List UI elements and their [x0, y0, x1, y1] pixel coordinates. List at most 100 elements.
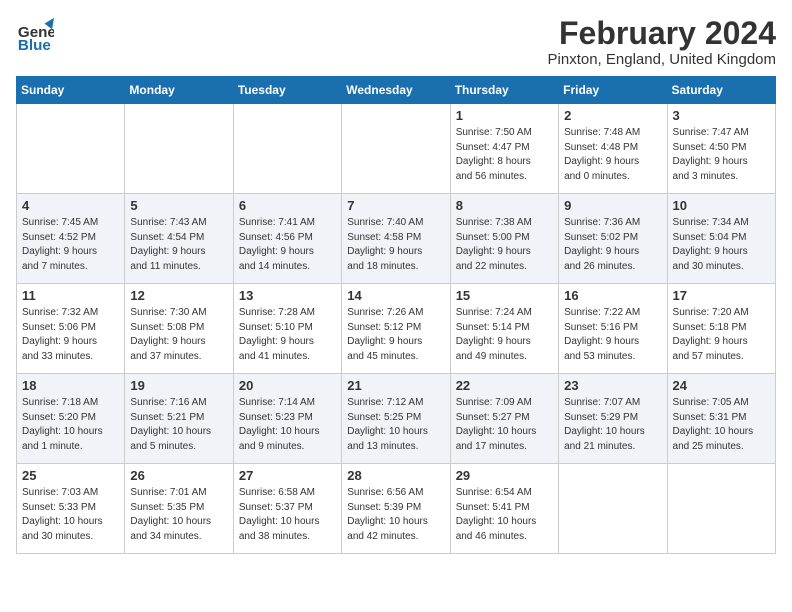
day-info: Sunrise: 7:20 AM Sunset: 5:18 PM Dayligh… — [673, 306, 770, 364]
calendar-cell: 6 Sunrise: 7:41 AM Sunset: 4:56 PM Daylig… — [233, 194, 341, 284]
weekday-header-monday: Monday — [125, 77, 233, 104]
day-info: Sunrise: 7:48 AM Sunset: 4:48 PM Dayligh… — [564, 126, 661, 184]
day-number: 13 — [239, 288, 336, 303]
weekday-header-sunday: Sunday — [17, 77, 125, 104]
calendar-cell: 25 Sunrise: 7:03 AM Sunset: 5:33 PM Dayli… — [17, 464, 125, 554]
day-number: 27 — [239, 468, 336, 483]
day-number: 23 — [564, 378, 661, 393]
calendar-cell: 8 Sunrise: 7:38 AM Sunset: 5:00 PM Daylig… — [450, 194, 558, 284]
calendar-cell: 16 Sunrise: 7:22 AM Sunset: 5:16 PM Dayli… — [559, 284, 667, 374]
calendar-cell: 9 Sunrise: 7:36 AM Sunset: 5:02 PM Daylig… — [559, 194, 667, 284]
day-number: 9 — [564, 198, 661, 213]
calendar-cell: 3 Sunrise: 7:47 AM Sunset: 4:50 PM Daylig… — [667, 104, 775, 194]
day-number: 17 — [673, 288, 770, 303]
day-number: 25 — [22, 468, 119, 483]
day-info: Sunrise: 6:56 AM Sunset: 5:39 PM Dayligh… — [347, 486, 444, 544]
day-info: Sunrise: 7:09 AM Sunset: 5:27 PM Dayligh… — [456, 396, 553, 454]
day-info: Sunrise: 7:26 AM Sunset: 5:12 PM Dayligh… — [347, 306, 444, 364]
calendar-cell — [667, 464, 775, 554]
day-number: 10 — [673, 198, 770, 213]
calendar-cell: 27 Sunrise: 6:58 AM Sunset: 5:37 PM Dayli… — [233, 464, 341, 554]
day-info: Sunrise: 7:41 AM Sunset: 4:56 PM Dayligh… — [239, 216, 336, 274]
day-number: 3 — [673, 108, 770, 123]
calendar-cell — [559, 464, 667, 554]
day-number: 16 — [564, 288, 661, 303]
calendar-cell — [342, 104, 450, 194]
day-number: 19 — [130, 378, 227, 393]
calendar-cell: 19Sunrise: 7:16 AM Sunset: 5:21 PM Dayli… — [125, 374, 233, 464]
day-number: 28 — [347, 468, 444, 483]
calendar-cell: 11Sunrise: 7:32 AM Sunset: 5:06 PM Dayli… — [17, 284, 125, 374]
day-info: Sunrise: 6:54 AM Sunset: 5:41 PM Dayligh… — [456, 486, 553, 544]
day-number: 20 — [239, 378, 336, 393]
day-info: Sunrise: 7:40 AM Sunset: 4:58 PM Dayligh… — [347, 216, 444, 274]
day-number: 24 — [673, 378, 770, 393]
calendar-cell: 2 Sunrise: 7:48 AM Sunset: 4:48 PM Daylig… — [559, 104, 667, 194]
day-info: Sunrise: 7:50 AM Sunset: 4:47 PM Dayligh… — [456, 126, 553, 184]
month-title: February 2024 — [548, 16, 776, 51]
calendar-cell: 17 Sunrise: 7:20 AM Sunset: 5:18 PM Dayli… — [667, 284, 775, 374]
calendar-cell: 7 Sunrise: 7:40 AM Sunset: 4:58 PM Daylig… — [342, 194, 450, 284]
calendar-cell: 24 Sunrise: 7:05 AM Sunset: 5:31 PM Dayli… — [667, 374, 775, 464]
calendar-cell: 5 Sunrise: 7:43 AM Sunset: 4:54 PM Daylig… — [125, 194, 233, 284]
calendar-table: SundayMondayTuesdayWednesdayThursdayFrid… — [16, 76, 776, 554]
day-info: Sunrise: 7:14 AM Sunset: 5:23 PM Dayligh… — [239, 396, 336, 454]
logo: General Blue — [16, 16, 54, 54]
calendar-cell — [233, 104, 341, 194]
day-info: Sunrise: 7:07 AM Sunset: 5:29 PM Dayligh… — [564, 396, 661, 454]
day-number: 18 — [22, 378, 119, 393]
calendar-cell: 29Sunrise: 6:54 AM Sunset: 5:41 PM Dayli… — [450, 464, 558, 554]
day-info: Sunrise: 7:36 AM Sunset: 5:02 PM Dayligh… — [564, 216, 661, 274]
day-info: Sunrise: 7:30 AM Sunset: 5:08 PM Dayligh… — [130, 306, 227, 364]
day-info: Sunrise: 7:38 AM Sunset: 5:00 PM Dayligh… — [456, 216, 553, 274]
day-number: 15 — [456, 288, 553, 303]
calendar-cell: 28 Sunrise: 6:56 AM Sunset: 5:39 PM Dayli… — [342, 464, 450, 554]
location: Pinxton, England, United Kingdom — [548, 51, 776, 68]
day-info: Sunrise: 7:01 AM Sunset: 5:35 PM Dayligh… — [130, 486, 227, 544]
calendar-cell — [17, 104, 125, 194]
day-info: Sunrise: 7:43 AM Sunset: 4:54 PM Dayligh… — [130, 216, 227, 274]
day-info: Sunrise: 7:47 AM Sunset: 4:50 PM Dayligh… — [673, 126, 770, 184]
calendar-cell: 23 Sunrise: 7:07 AM Sunset: 5:29 PM Dayli… — [559, 374, 667, 464]
day-info: Sunrise: 7:18 AM Sunset: 5:20 PM Dayligh… — [22, 396, 119, 454]
day-number: 6 — [239, 198, 336, 213]
day-info: Sunrise: 7:28 AM Sunset: 5:10 PM Dayligh… — [239, 306, 336, 364]
calendar-cell: 20 Sunrise: 7:14 AM Sunset: 5:23 PM Dayli… — [233, 374, 341, 464]
day-info: Sunrise: 7:05 AM Sunset: 5:31 PM Dayligh… — [673, 396, 770, 454]
weekday-header-saturday: Saturday — [667, 77, 775, 104]
logo-icon: General Blue — [16, 16, 54, 54]
calendar-cell: 4 Sunrise: 7:45 AM Sunset: 4:52 PM Daylig… — [17, 194, 125, 284]
day-number: 12 — [130, 288, 227, 303]
weekday-header-wednesday: Wednesday — [342, 77, 450, 104]
day-number: 26 — [130, 468, 227, 483]
day-number: 5 — [130, 198, 227, 213]
day-info: Sunrise: 7:34 AM Sunset: 5:04 PM Dayligh… — [673, 216, 770, 274]
day-number: 14 — [347, 288, 444, 303]
day-number: 21 — [347, 378, 444, 393]
title-block: February 2024 Pinxton, England, United K… — [548, 16, 776, 68]
calendar-cell: 14 Sunrise: 7:26 AM Sunset: 5:12 PM Dayli… — [342, 284, 450, 374]
day-number: 7 — [347, 198, 444, 213]
day-number: 11 — [22, 288, 119, 303]
day-number: 22 — [456, 378, 553, 393]
calendar-cell: 13 Sunrise: 7:28 AM Sunset: 5:10 PM Dayli… — [233, 284, 341, 374]
day-info: Sunrise: 7:22 AM Sunset: 5:16 PM Dayligh… — [564, 306, 661, 364]
day-info: Sunrise: 6:58 AM Sunset: 5:37 PM Dayligh… — [239, 486, 336, 544]
day-number: 4 — [22, 198, 119, 213]
calendar-cell: 18 Sunrise: 7:18 AM Sunset: 5:20 PM Dayli… — [17, 374, 125, 464]
weekday-header-tuesday: Tuesday — [233, 77, 341, 104]
day-info: Sunrise: 7:12 AM Sunset: 5:25 PM Dayligh… — [347, 396, 444, 454]
day-number: 8 — [456, 198, 553, 213]
calendar-cell: 26 Sunrise: 7:01 AM Sunset: 5:35 PM Dayli… — [125, 464, 233, 554]
calendar-cell: 1Sunrise: 7:50 AM Sunset: 4:47 PM Daylig… — [450, 104, 558, 194]
day-info: Sunrise: 7:03 AM Sunset: 5:33 PM Dayligh… — [22, 486, 119, 544]
calendar-cell: 22 Sunrise: 7:09 AM Sunset: 5:27 PM Dayli… — [450, 374, 558, 464]
calendar-cell: 21 Sunrise: 7:12 AM Sunset: 5:25 PM Dayli… — [342, 374, 450, 464]
weekday-header-friday: Friday — [559, 77, 667, 104]
weekday-header-thursday: Thursday — [450, 77, 558, 104]
day-number: 2 — [564, 108, 661, 123]
day-info: Sunrise: 7:45 AM Sunset: 4:52 PM Dayligh… — [22, 216, 119, 274]
svg-text:Blue: Blue — [18, 37, 51, 54]
calendar-cell: 12 Sunrise: 7:30 AM Sunset: 5:08 PM Dayli… — [125, 284, 233, 374]
calendar-cell: 15Sunrise: 7:24 AM Sunset: 5:14 PM Dayli… — [450, 284, 558, 374]
